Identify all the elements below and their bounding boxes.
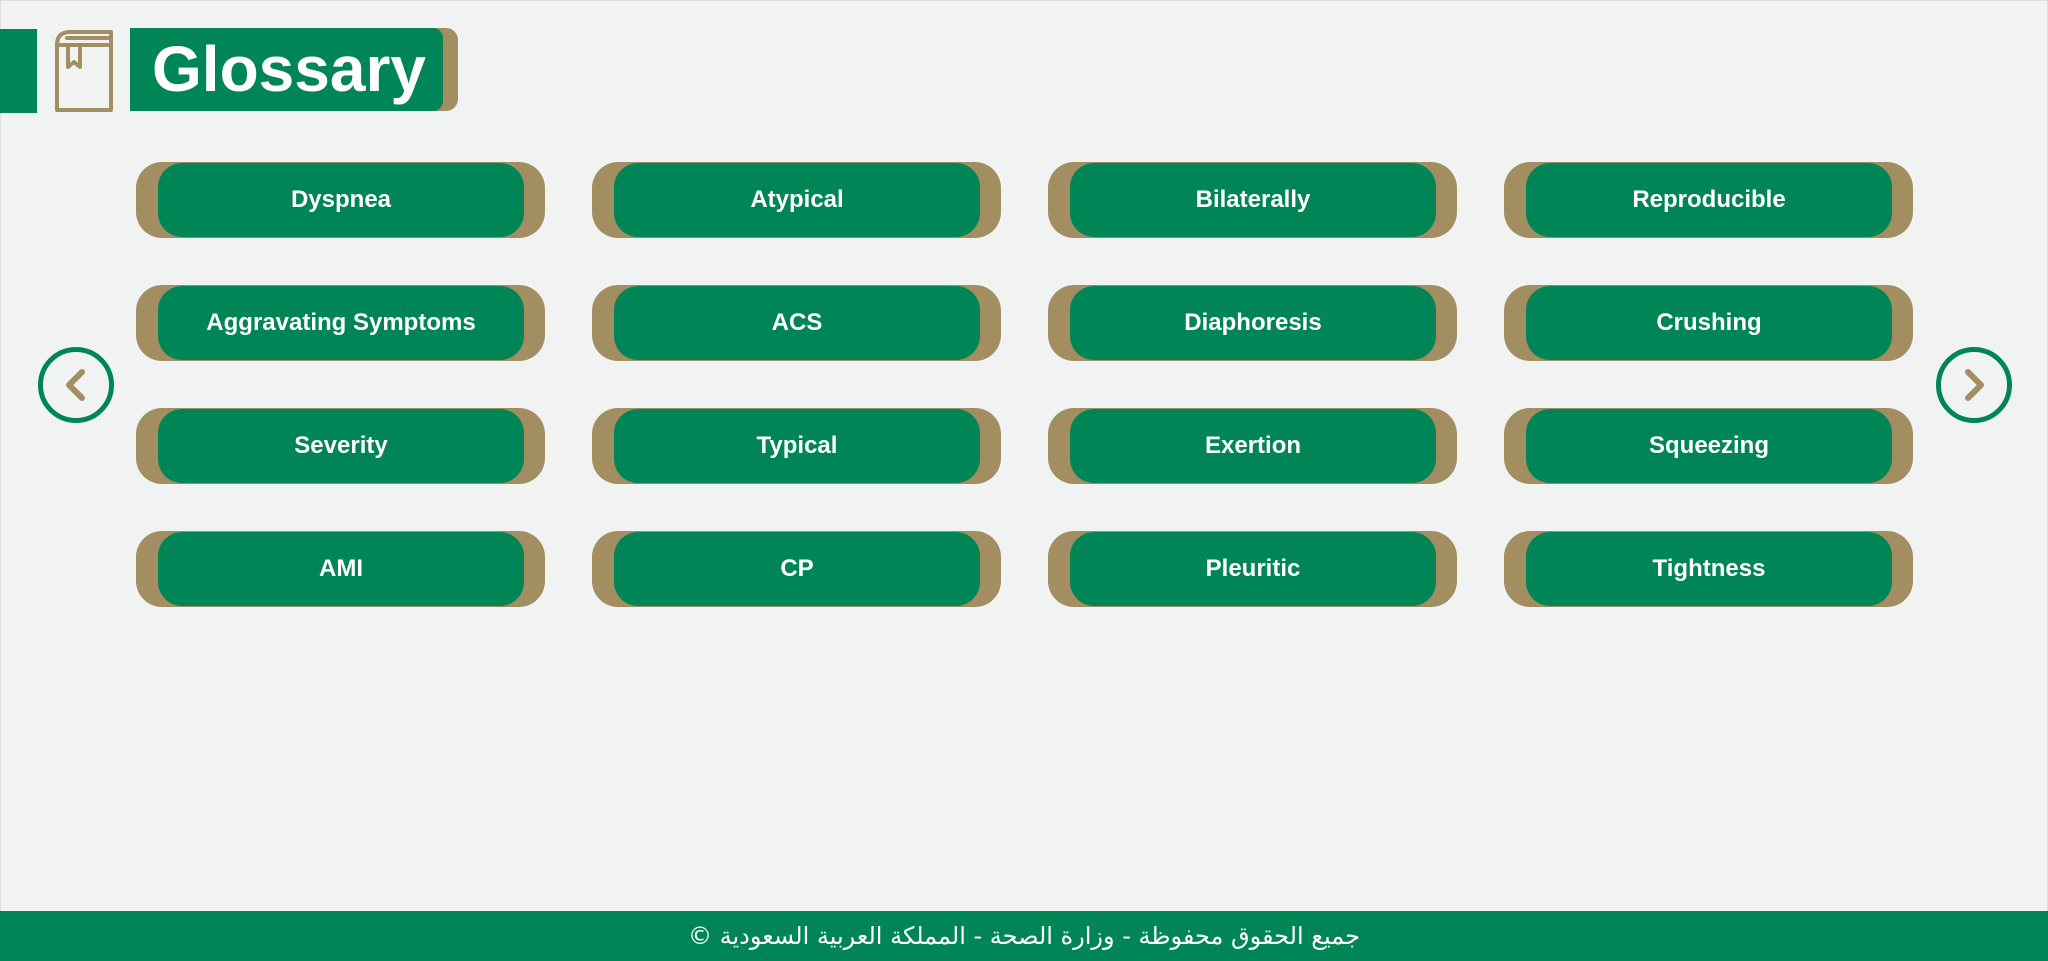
term-label: Aggravating Symptoms [158, 286, 524, 360]
term-label: Atypical [614, 163, 980, 237]
term-label: AMI [158, 532, 524, 606]
term-button-ami[interactable]: AMI [136, 531, 545, 607]
term-button-exertion[interactable]: Exertion [1048, 408, 1457, 484]
glossary-term-grid: Dyspnea Atypical Bilaterally Reproducibl… [136, 162, 1913, 607]
term-button-tightness[interactable]: Tightness [1504, 531, 1913, 607]
term-button-diaphoresis[interactable]: Diaphoresis [1048, 285, 1457, 361]
term-label: Crushing [1526, 286, 1892, 360]
term-label: Typical [614, 409, 980, 483]
term-label: CP [614, 532, 980, 606]
term-label: Pleuritic [1070, 532, 1436, 606]
term-label: Severity [158, 409, 524, 483]
page-title: Glossary [130, 28, 443, 111]
book-icon [53, 29, 115, 113]
previous-page-button[interactable] [38, 347, 114, 423]
term-button-acs[interactable]: ACS [592, 285, 1001, 361]
term-button-crushing[interactable]: Crushing [1504, 285, 1913, 361]
footer-copyright-text: جميع الحقوق محفوظة - وزارة الصحة - الممل… [688, 922, 1360, 950]
next-page-button[interactable] [1936, 347, 2012, 423]
term-button-pleuritic[interactable]: Pleuritic [1048, 531, 1457, 607]
term-label: ACS [614, 286, 980, 360]
term-label: Tightness [1526, 532, 1892, 606]
term-label: Reproducible [1526, 163, 1892, 237]
term-button-dyspnea[interactable]: Dyspnea [136, 162, 545, 238]
page-title-container: Glossary [130, 28, 458, 111]
term-label: Bilaterally [1070, 163, 1436, 237]
term-button-squeezing[interactable]: Squeezing [1504, 408, 1913, 484]
footer-copyright: جميع الحقوق محفوظة - وزارة الصحة - الممل… [0, 911, 2048, 961]
term-label: Exertion [1070, 409, 1436, 483]
term-button-aggravating-symptoms[interactable]: Aggravating Symptoms [136, 285, 545, 361]
term-button-atypical[interactable]: Atypical [592, 162, 1001, 238]
term-button-severity[interactable]: Severity [136, 408, 545, 484]
term-label: Diaphoresis [1070, 286, 1436, 360]
term-button-reproducible[interactable]: Reproducible [1504, 162, 1913, 238]
term-button-cp[interactable]: CP [592, 531, 1001, 607]
term-label: Dyspnea [158, 163, 524, 237]
term-button-typical[interactable]: Typical [592, 408, 1001, 484]
term-label: Squeezing [1526, 409, 1892, 483]
term-button-bilaterally[interactable]: Bilaterally [1048, 162, 1457, 238]
chevron-left-icon [38, 347, 114, 423]
header-accent-bar [0, 29, 37, 113]
chevron-right-icon [1936, 347, 2012, 423]
